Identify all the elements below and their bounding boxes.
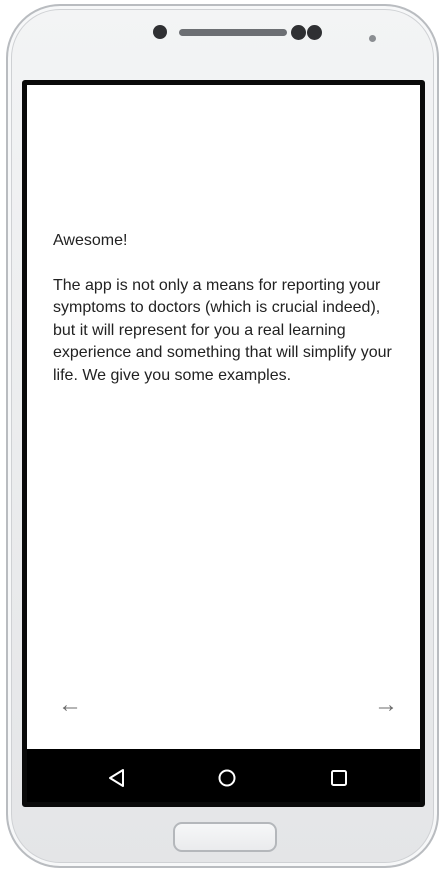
- light-sensor: [307, 25, 322, 40]
- onboarding-body: The app is not only a means for reportin…: [53, 276, 397, 384]
- phone-frame: Awesome! The app is not only a means for…: [6, 4, 439, 868]
- system-recent-apps-button[interactable]: [309, 749, 369, 802]
- back-triangle-icon: [109, 769, 124, 787]
- notification-led: [369, 35, 376, 42]
- onboarding-content: Awesome! The app is not only a means for…: [53, 230, 403, 387]
- next-arrow-icon[interactable]: →: [374, 693, 398, 717]
- hardware-home-button[interactable]: [173, 822, 277, 852]
- earpiece-speaker: [179, 29, 287, 36]
- onboarding-heading: Awesome!: [53, 232, 128, 249]
- system-navigation-bar: [27, 749, 420, 802]
- device-screen: Awesome! The app is not only a means for…: [22, 80, 425, 807]
- recent-apps-square-icon: [331, 770, 347, 786]
- system-back-button[interactable]: [87, 749, 147, 802]
- system-home-button[interactable]: [197, 749, 257, 802]
- proximity-sensor: [291, 25, 306, 40]
- previous-arrow-icon[interactable]: ←: [58, 693, 82, 717]
- home-circle-icon: [218, 769, 236, 787]
- front-camera: [153, 25, 167, 39]
